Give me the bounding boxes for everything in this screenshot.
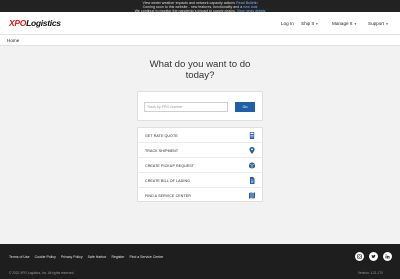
- calculator-icon: [249, 132, 255, 139]
- action-label: FIND A SERVICE CENTER: [145, 193, 191, 198]
- page-title-line-2: today?: [185, 70, 215, 81]
- map-pin-icon: [249, 147, 255, 154]
- page-title: What do you want to do today?: [100, 59, 300, 81]
- quick-actions-list: GET RATE QUOTE TRACK SHIPMENT CREATE PIC…: [137, 127, 263, 202]
- footer-link-service-center[interactable]: Find a Service Center: [129, 255, 163, 259]
- support-menu[interactable]: Support ▾: [368, 21, 388, 26]
- action-create-pickup-request[interactable]: CREATE PICKUP REQUEST: [138, 158, 262, 173]
- login-link[interactable]: Log In: [281, 21, 294, 26]
- footer-link-cookie-policy[interactable]: Cookie Policy: [35, 255, 56, 259]
- twitter-icon[interactable]: [369, 252, 378, 261]
- action-label: CREATE BILL OF LADING: [145, 178, 191, 183]
- chevron-down-icon: ▾: [386, 22, 388, 26]
- action-create-bill-of-lading[interactable]: CREATE BILL OF LADING: [138, 173, 262, 188]
- footer-link-register[interactable]: Register: [111, 255, 124, 259]
- footer-link-safe-harbor[interactable]: Safe Harbor: [88, 255, 107, 259]
- go-button[interactable]: Go: [235, 102, 255, 112]
- action-label: TRACK SHIPMENT: [145, 148, 179, 153]
- map-icon: [249, 192, 255, 199]
- action-find-service-center[interactable]: FIND A SERVICE CENTER: [138, 188, 262, 203]
- page-title-line-1: What do you want to do: [149, 59, 251, 70]
- document-icon: [250, 177, 255, 184]
- breadcrumb: Home: [0, 34, 400, 46]
- instagram-icon[interactable]: [355, 252, 364, 261]
- tracking-search-card: Go: [137, 91, 263, 121]
- linkedin-icon[interactable]: [383, 252, 392, 261]
- logo-xpo: XPO: [9, 18, 27, 28]
- footer-link-privacy-policy[interactable]: Privacy Policy: [61, 255, 83, 259]
- version-text: Version: 1.21.170: [358, 271, 383, 275]
- action-label: CREATE PICKUP REQUEST: [145, 163, 195, 168]
- chevron-down-icon: ▾: [354, 22, 357, 26]
- pro-number-input[interactable]: [144, 102, 228, 112]
- breadcrumb-home[interactable]: Home: [7, 38, 19, 43]
- ship-it-label: Ship It: [301, 21, 315, 26]
- site-footer: Terms of Use Cookie Policy Privacy Polic…: [0, 244, 400, 279]
- package-icon: [248, 162, 256, 169]
- alert-banner: View winter weather impacts and network …: [0, 0, 400, 13]
- action-track-shipment[interactable]: TRACK SHIPMENT: [138, 143, 262, 158]
- manage-it-label: Manage It: [332, 21, 353, 26]
- footer-link-terms[interactable]: Terms of Use: [9, 255, 30, 259]
- logo-logistics: Logistics: [26, 18, 61, 28]
- support-label: Support: [368, 21, 385, 26]
- action-get-rate-quote[interactable]: GET RATE QUOTE: [138, 128, 262, 143]
- action-label: GET RATE QUOTE: [145, 133, 178, 138]
- site-header: XPOLogistics Log In Ship It ▾ Manage It ▾ …: [0, 12, 400, 34]
- xpo-logo[interactable]: XPOLogistics: [9, 18, 61, 28]
- manage-it-menu[interactable]: Manage It ▾: [332, 21, 356, 26]
- login-label: Log In: [281, 21, 294, 26]
- ship-it-menu[interactable]: Ship It ▾: [301, 21, 318, 26]
- chevron-down-icon: ▾: [316, 22, 318, 26]
- copyright-text: © 2022 XPO Logistics, Inc. All rights re…: [9, 271, 75, 275]
- footer-links: Terms of Use Cookie Policy Privacy Polic…: [9, 255, 167, 259]
